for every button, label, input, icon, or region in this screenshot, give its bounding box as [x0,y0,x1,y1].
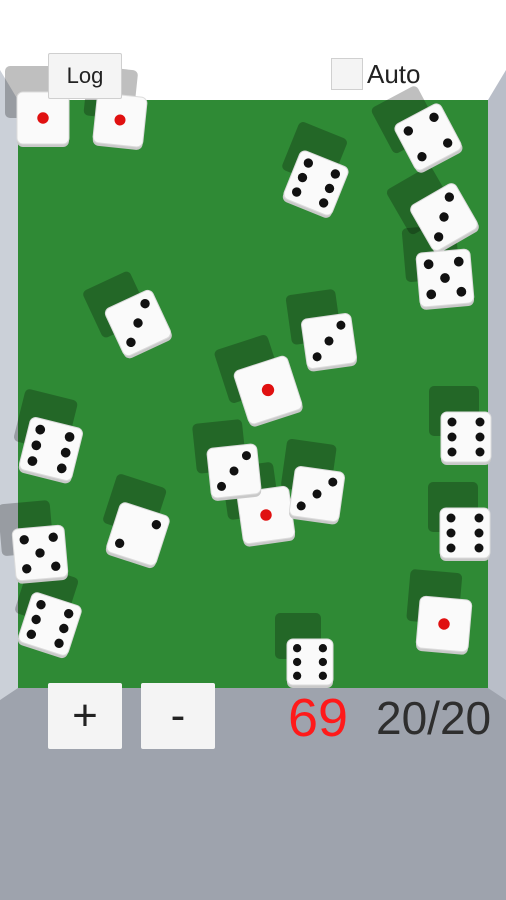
die-pip [447,417,457,427]
die-pip [475,417,485,427]
die[interactable] [288,466,345,525]
die[interactable] [439,507,491,561]
die-pip [475,447,485,457]
left-wall [0,70,18,700]
die[interactable] [11,524,69,584]
dice-count: 20/20 [376,692,492,744]
die[interactable] [440,411,492,465]
right-wall [488,70,506,700]
die[interactable] [92,92,148,151]
die-pip [318,657,328,667]
die[interactable] [415,248,475,310]
die-pip [446,543,456,553]
die-pip [37,112,49,124]
die-pip [474,528,484,538]
die-pip [318,671,328,680]
die-pip [475,432,485,442]
game-scene [0,0,506,900]
die-pip [292,671,302,680]
remove-die-button[interactable]: - [141,683,215,749]
die-pip [318,644,328,653]
die-pip [446,513,456,523]
die-pip [447,432,457,442]
auto-checkbox[interactable] [331,58,363,90]
die-pip [447,447,457,457]
die-pip [446,528,456,538]
die[interactable] [301,313,358,372]
die[interactable] [415,595,473,655]
die[interactable] [16,91,70,147]
dice-total: 69 [288,688,349,748]
log-button[interactable]: Log [48,53,122,99]
die[interactable] [206,443,262,502]
die-pip [292,657,302,667]
die[interactable] [286,638,334,688]
die-pip [474,513,484,523]
add-die-button[interactable]: + [48,683,122,749]
auto-label: Auto [367,59,421,89]
die-pip [292,644,302,653]
die-pip [474,543,484,553]
